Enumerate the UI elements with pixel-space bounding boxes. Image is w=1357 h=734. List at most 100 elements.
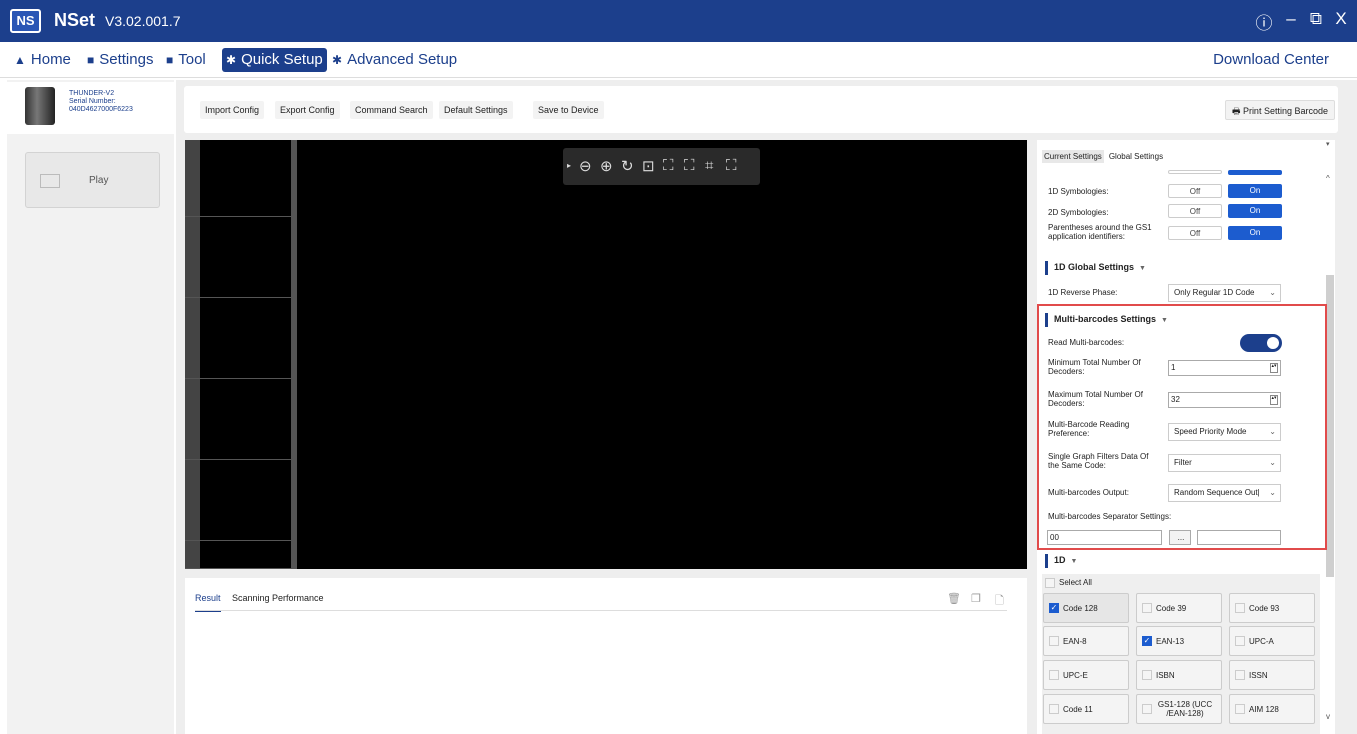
checkbox[interactable] xyxy=(1235,670,1245,680)
scroll-up-icon[interactable]: ▾ xyxy=(1326,140,1330,148)
read-multi-barcodes-toggle[interactable] xyxy=(1240,334,1282,352)
toggle-on-button[interactable] xyxy=(1228,170,1282,175)
export-config-button[interactable]: Export Config xyxy=(275,101,340,119)
file-icon[interactable]: 🗋 xyxy=(995,592,1004,611)
restore-button[interactable]: ⧉ xyxy=(1305,9,1327,29)
code-11-option[interactable]: Code 11 xyxy=(1043,694,1129,724)
gs1-parentheses-on[interactable]: On xyxy=(1228,226,1282,240)
filter-select[interactable]: Filter ⌄ xyxy=(1168,454,1281,472)
ean-8-option[interactable]: EAN-8 xyxy=(1043,626,1129,656)
minimize-button[interactable]: – xyxy=(1280,9,1302,29)
device-card[interactable]: THUNDER-V2 Serial Number: 040D4627000F62… xyxy=(7,82,174,134)
device-image xyxy=(25,87,55,125)
close-button[interactable]: X xyxy=(1330,9,1352,29)
default-settings-button[interactable]: Default Settings xyxy=(439,101,513,119)
issn-option[interactable]: ISSN xyxy=(1229,660,1315,690)
max-decoders-input[interactable]: 32 ▴▾ xyxy=(1168,392,1281,408)
ean-13-option[interactable]: ✓ EAN-13 xyxy=(1136,626,1222,656)
zoom-in-icon[interactable]: ⊕ xyxy=(600,157,613,175)
upc-e-option[interactable]: UPC-E xyxy=(1043,660,1129,690)
menu-home[interactable]: ▲ Home xyxy=(10,48,75,72)
image-save-icon[interactable]: ⛶ xyxy=(663,157,674,174)
tab-scanning-performance[interactable]: Scanning Performance xyxy=(232,593,324,603)
play-button[interactable]: Play xyxy=(25,152,160,208)
print-setting-barcode-button[interactable]: 🖶 Print Setting Barcode xyxy=(1224,100,1335,120)
reverse-phase-select[interactable]: Only Regular 1D Code ⌄ xyxy=(1168,284,1281,302)
thumbnail[interactable] xyxy=(185,140,293,217)
toggle-off-button[interactable] xyxy=(1168,170,1222,174)
delete-icon[interactable]: 🗑 xyxy=(947,592,961,605)
import-config-button[interactable]: Import Config xyxy=(200,101,265,119)
thumbnail[interactable] xyxy=(185,464,293,541)
setting-label: 2D Symbologies: xyxy=(1048,208,1109,217)
upc-a-option[interactable]: UPC-A xyxy=(1229,626,1315,656)
output-select[interactable]: Random Sequence Out| ⌄ xyxy=(1168,484,1281,502)
image-viewer[interactable]: ▸ ⊖ ⊕ ↻ ⊡ ⛶ ⛶ ⌗ ⛶ xyxy=(185,140,1027,569)
separator-text-input[interactable] xyxy=(1197,530,1281,545)
symbology-1d-off[interactable]: Off xyxy=(1168,184,1222,198)
checkbox-checked[interactable]: ✓ xyxy=(1049,603,1059,613)
spinner-icon[interactable]: ▴▾ xyxy=(1270,395,1278,405)
gs1-parentheses-off[interactable]: Off xyxy=(1168,226,1222,240)
separator-browse-button[interactable]: ... xyxy=(1169,530,1191,545)
download-center-link[interactable]: Download Center xyxy=(1213,51,1329,68)
save-to-device-button[interactable]: Save to Device xyxy=(533,101,604,119)
thumbnail[interactable] xyxy=(185,383,293,460)
min-decoders-input[interactable]: 1 ▴▾ xyxy=(1168,360,1281,376)
aim-128-option[interactable]: AIM 128 xyxy=(1229,694,1315,724)
rotate-icon[interactable]: ↻ xyxy=(621,157,634,175)
scroll-thumb[interactable] xyxy=(1326,275,1334,577)
expand-arrow-icon[interactable]: ▸ xyxy=(567,161,571,170)
section-1d-global[interactable]: 1D Global Settings ▼ xyxy=(1045,261,1146,275)
code-128-option[interactable]: ✓ Code 128 xyxy=(1043,593,1129,623)
crop-icon[interactable]: ⌗ xyxy=(705,157,713,174)
checkbox[interactable] xyxy=(1142,670,1152,680)
reading-preference-select[interactable]: Speed Priority Mode ⌄ xyxy=(1168,423,1281,441)
chevron-down-icon: ⌄ xyxy=(1269,488,1276,497)
menu-settings[interactable]: ■ Settings xyxy=(83,48,157,72)
image-settings-icon[interactable]: ⛶ xyxy=(726,157,737,174)
thumbnail[interactable] xyxy=(185,545,293,569)
checkbox[interactable] xyxy=(1049,704,1059,714)
menu-tool[interactable]: ■ Tool xyxy=(162,48,210,72)
fit-icon[interactable]: ⊡ xyxy=(642,157,655,175)
checkbox[interactable] xyxy=(1049,636,1059,646)
separator-input[interactable]: 00 xyxy=(1047,530,1162,545)
checkbox[interactable] xyxy=(1235,636,1245,646)
checkbox[interactable] xyxy=(1235,704,1245,714)
thumbnail[interactable] xyxy=(185,221,293,298)
spinner-icon[interactable]: ▴▾ xyxy=(1270,363,1278,373)
section-multi-barcodes[interactable]: Multi-barcodes Settings ▼ xyxy=(1045,313,1168,327)
section-title: Multi-barcodes Settings xyxy=(1054,314,1157,324)
symbology-2d-off[interactable]: Off xyxy=(1168,204,1222,218)
menu-bar: ▲ Home ■ Settings ■ Tool ✱ Quick Setup ✱ Adva… xyxy=(0,42,1357,78)
code-93-option[interactable]: Code 93 xyxy=(1229,593,1315,623)
tab-global-settings[interactable]: Global Settings xyxy=(1107,150,1165,163)
zoom-out-icon[interactable]: ⊖ xyxy=(579,157,592,175)
tab-current-settings[interactable]: Current Settings xyxy=(1042,150,1104,163)
checkbox[interactable] xyxy=(1049,670,1059,680)
select-all-checkbox[interactable]: Select All xyxy=(1045,578,1092,588)
thumbnail[interactable] xyxy=(185,302,293,379)
menu-advanced-setup-label: Advanced Setup xyxy=(347,51,458,68)
chevron-up-icon[interactable]: ^ xyxy=(1326,174,1330,183)
command-search-button[interactable]: Command Search xyxy=(350,101,433,119)
info-icon[interactable]: ⓘ xyxy=(1253,9,1275,34)
checkbox[interactable] xyxy=(1045,578,1055,588)
symbology-2d-on[interactable]: On xyxy=(1228,204,1282,218)
chevron-down-icon[interactable]: v xyxy=(1326,712,1330,721)
isbn-option[interactable]: ISBN xyxy=(1136,660,1222,690)
section-1d[interactable]: 1D ▼ xyxy=(1045,554,1077,568)
code-39-option[interactable]: Code 39 xyxy=(1136,593,1222,623)
image-export-icon[interactable]: ⛶ xyxy=(684,157,695,174)
gs1-128-option[interactable]: GS1-128 (UCC /EAN-128) xyxy=(1136,694,1222,724)
checkbox[interactable] xyxy=(1142,704,1152,714)
checkbox[interactable] xyxy=(1142,603,1152,613)
code-label: ISSN xyxy=(1249,670,1268,680)
copy-icon[interactable]: ❐ xyxy=(971,592,981,605)
menu-quick-setup[interactable]: ✱ Quick Setup xyxy=(222,48,327,72)
checkbox-checked[interactable]: ✓ xyxy=(1142,636,1152,646)
symbology-1d-on[interactable]: On xyxy=(1228,184,1282,198)
checkbox[interactable] xyxy=(1235,603,1245,613)
menu-advanced-setup[interactable]: ✱ Advanced Setup xyxy=(328,48,461,72)
